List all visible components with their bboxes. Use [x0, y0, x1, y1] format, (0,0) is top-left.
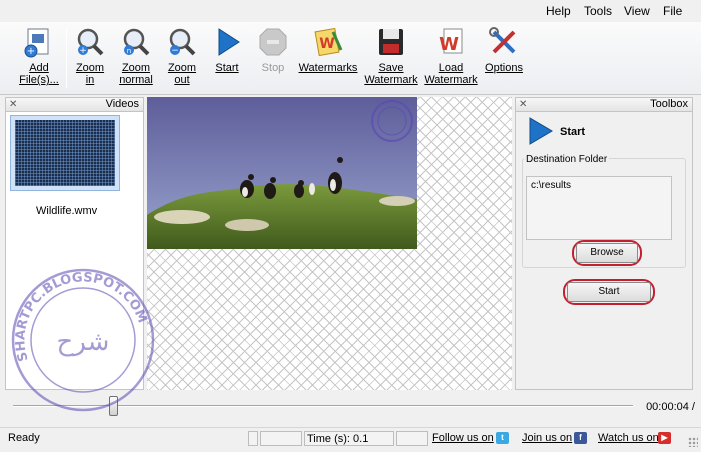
zoom-normal-button[interactable]: n Zoom normal	[116, 26, 156, 86]
menu-bar: Help Tools View File	[0, 0, 701, 22]
menu-file[interactable]: File	[663, 4, 682, 18]
video-frame	[147, 97, 417, 249]
stop-toolbar-button[interactable]: Stop	[256, 26, 290, 74]
stop-icon	[257, 26, 289, 58]
join-us-link[interactable]: Join us on	[522, 432, 572, 444]
videos-panel-header: ✕ Videos	[5, 97, 144, 112]
seek-knob[interactable]	[109, 396, 118, 416]
toolbox-panel-title: Toolbox	[650, 98, 688, 110]
video-thumbnail[interactable]	[10, 115, 120, 191]
watermarks-button[interactable]: W Watermarks	[296, 26, 360, 74]
toolbar: + Add File(s)... + Zoom in n Zoom normal…	[0, 22, 701, 113]
toolbox-start-label: Start	[560, 126, 586, 138]
watch-us-link[interactable]: Watch us on	[598, 432, 659, 444]
zoom-in-button[interactable]: + Zoom in	[72, 26, 108, 86]
status-cell	[396, 431, 428, 446]
svg-text:−: −	[171, 46, 179, 56]
destination-folder-field[interactable]: c:\results	[526, 176, 672, 240]
play-icon	[211, 26, 243, 58]
status-ready: Ready	[8, 432, 40, 444]
toolbox-panel: Start Destination Folder c:\results Brow…	[515, 112, 693, 390]
close-icon[interactable]: ✕	[519, 98, 527, 111]
menu-help[interactable]: Help	[546, 4, 571, 18]
add-files-button[interactable]: + Add File(s)...	[14, 26, 64, 86]
status-cell	[248, 431, 258, 446]
close-icon[interactable]: ✕	[9, 98, 17, 111]
status-cell	[260, 431, 302, 446]
seek-track[interactable]	[13, 405, 633, 407]
save-icon	[375, 26, 407, 58]
zoom-out-button[interactable]: − Zoom out	[164, 26, 200, 86]
svg-text:W: W	[439, 34, 459, 55]
start-button[interactable]: Start	[567, 282, 651, 302]
load-watermark-icon: W	[435, 26, 467, 58]
browse-button[interactable]: Browse	[576, 243, 638, 263]
tools-icon	[488, 26, 520, 58]
videos-panel-title: Videos	[105, 98, 139, 110]
svg-text:+: +	[27, 46, 35, 57]
add-file-icon: +	[23, 26, 55, 58]
videos-panel: Wildlife.wmv	[5, 112, 144, 390]
video-thumbnail-image	[15, 120, 115, 186]
menu-tools[interactable]: Tools	[584, 4, 612, 18]
youtube-icon[interactable]: ▶	[658, 432, 671, 444]
video-file-label: Wildlife.wmv	[36, 205, 98, 217]
status-time-cell: Time (s): 0.1	[304, 431, 394, 446]
time-display: 00:00:04 /	[646, 401, 695, 413]
destination-folder-label: Destination Folder	[524, 154, 610, 165]
preview-canvas[interactable]	[147, 97, 512, 390]
facebook-icon[interactable]: f	[574, 432, 587, 444]
resize-grip-icon[interactable]	[688, 437, 698, 447]
menu-view[interactable]: View	[624, 4, 650, 18]
toolbox-play-icon[interactable]	[528, 116, 554, 149]
status-time: Time (s): 0.1	[307, 433, 369, 445]
svg-text:n: n	[127, 47, 131, 55]
zoom-in-icon: +	[74, 26, 106, 58]
follow-us-link[interactable]: Follow us on	[432, 432, 494, 444]
toolbar-separator	[66, 28, 67, 88]
watermarks-icon: W	[312, 26, 344, 58]
seek-bar: 00:00:04 /	[5, 393, 695, 421]
zoom-normal-icon: n	[120, 26, 152, 58]
load-watermark-button[interactable]: W Load Watermark	[422, 26, 480, 86]
toolbox-panel-header: ✕ Toolbox	[515, 97, 693, 112]
svg-text:+: +	[79, 46, 87, 56]
options-button[interactable]: Options	[484, 26, 524, 74]
start-toolbar-button[interactable]: Start	[210, 26, 244, 74]
status-bar: Ready Time (s): 0.1 Follow us on t Join …	[0, 427, 701, 452]
zoom-out-icon: −	[166, 26, 198, 58]
save-watermark-button[interactable]: Save Watermark	[362, 26, 420, 86]
svg-text:W: W	[319, 36, 334, 52]
twitter-icon[interactable]: t	[496, 432, 509, 444]
